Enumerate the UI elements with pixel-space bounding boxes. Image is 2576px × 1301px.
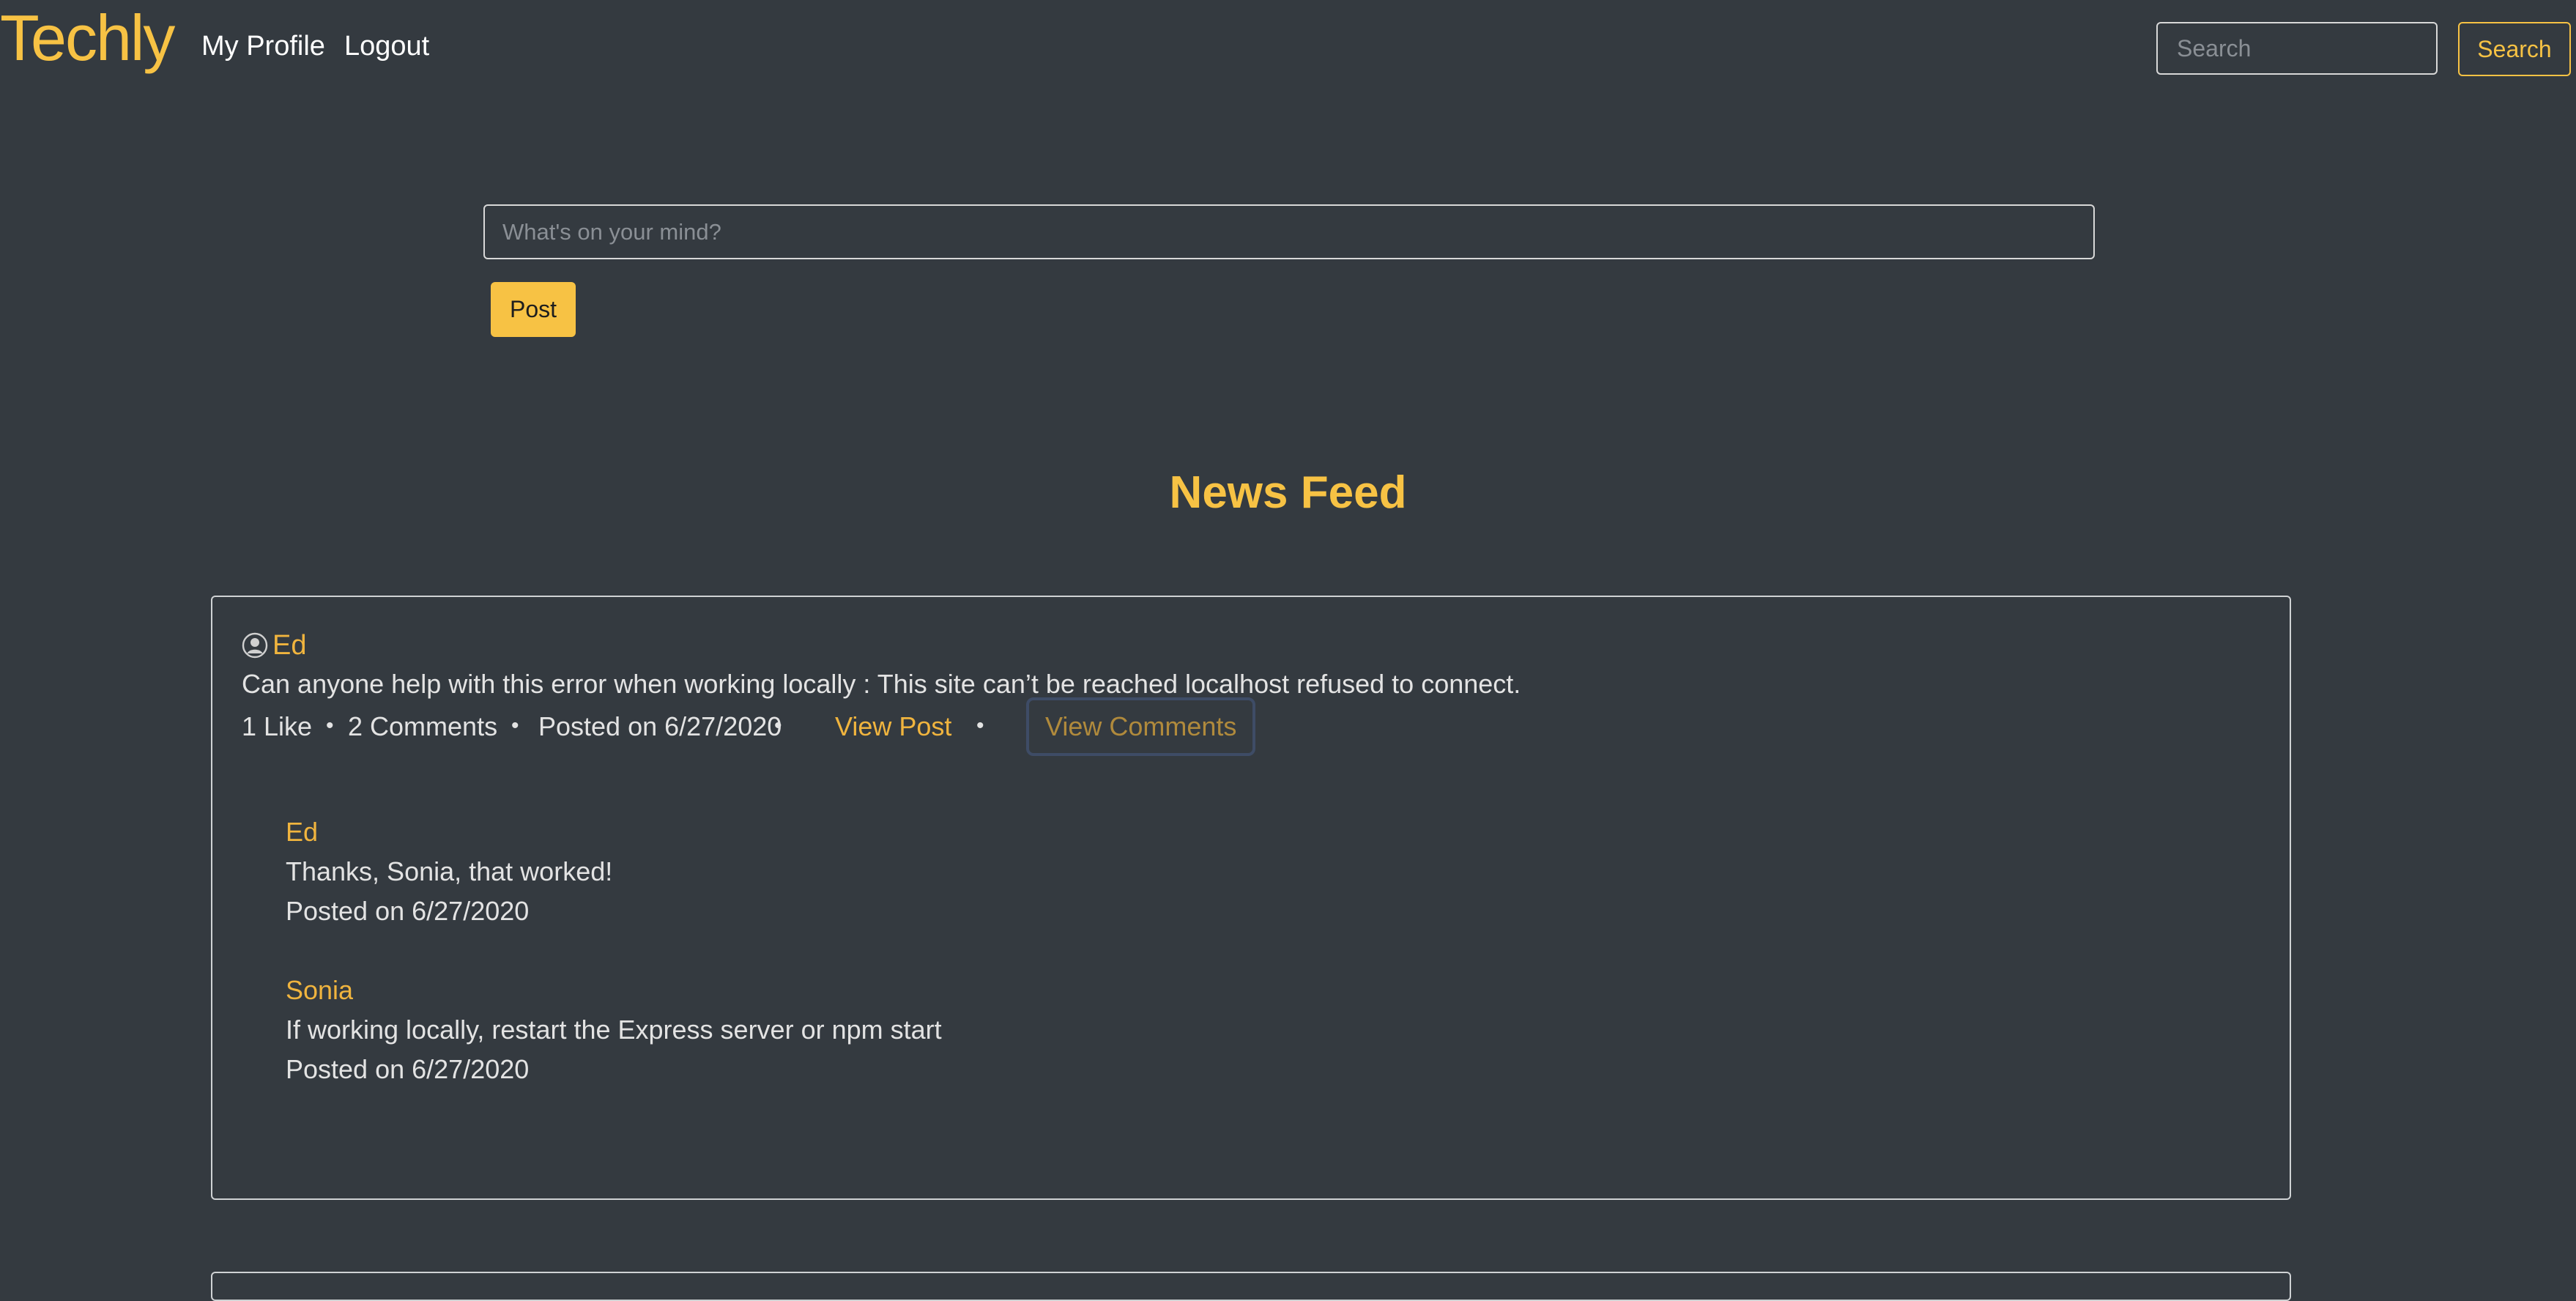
news-feed-title: News Feed	[1169, 467, 1407, 518]
separator-dot: •	[511, 713, 519, 738]
nav-my-profile[interactable]: My Profile	[201, 32, 325, 60]
comment-date: Posted on 6/27/2020	[286, 1054, 530, 1084]
post-date: Posted on 6/27/2020	[538, 711, 782, 741]
separator-dot: •	[774, 713, 782, 738]
view-post-link[interactable]: View Post	[835, 713, 951, 740]
view-comments-button[interactable]: View Comments	[1026, 697, 1256, 756]
post-body: Can anyone help with this error when wor…	[242, 669, 1521, 699]
comment-item: Sonia If working locally, restart the Ex…	[286, 971, 942, 1089]
post-author-row: Ed	[242, 631, 306, 659]
comment-date: Posted on 6/27/2020	[286, 896, 530, 926]
comment-text: If working locally, restart the Express …	[286, 1015, 942, 1045]
comment-item: Ed Thanks, Sonia, that worked! Posted on…	[286, 812, 612, 931]
post-button[interactable]: Post	[491, 282, 576, 337]
comment-author-link[interactable]: Ed	[286, 812, 612, 852]
comment-count: 2 Comments	[348, 711, 498, 741]
brand-logo[interactable]: Techly	[0, 6, 175, 70]
separator-dot: •	[326, 713, 334, 738]
user-circle-icon	[242, 632, 268, 659]
like-count: 1 Like	[242, 711, 313, 741]
post-card: Ed Can anyone help with this error when …	[211, 596, 2291, 1200]
separator-dot: •	[976, 713, 984, 738]
nav-logout[interactable]: Logout	[344, 32, 429, 60]
post-card	[211, 1272, 2291, 1301]
comment-text: Thanks, Sonia, that worked!	[286, 856, 613, 886]
search-button[interactable]: Search	[2458, 22, 2571, 76]
post-composer-input[interactable]	[483, 204, 2095, 259]
post-author-link[interactable]: Ed	[272, 631, 306, 659]
search-input[interactable]	[2156, 22, 2438, 75]
comment-author-link[interactable]: Sonia	[286, 971, 942, 1010]
